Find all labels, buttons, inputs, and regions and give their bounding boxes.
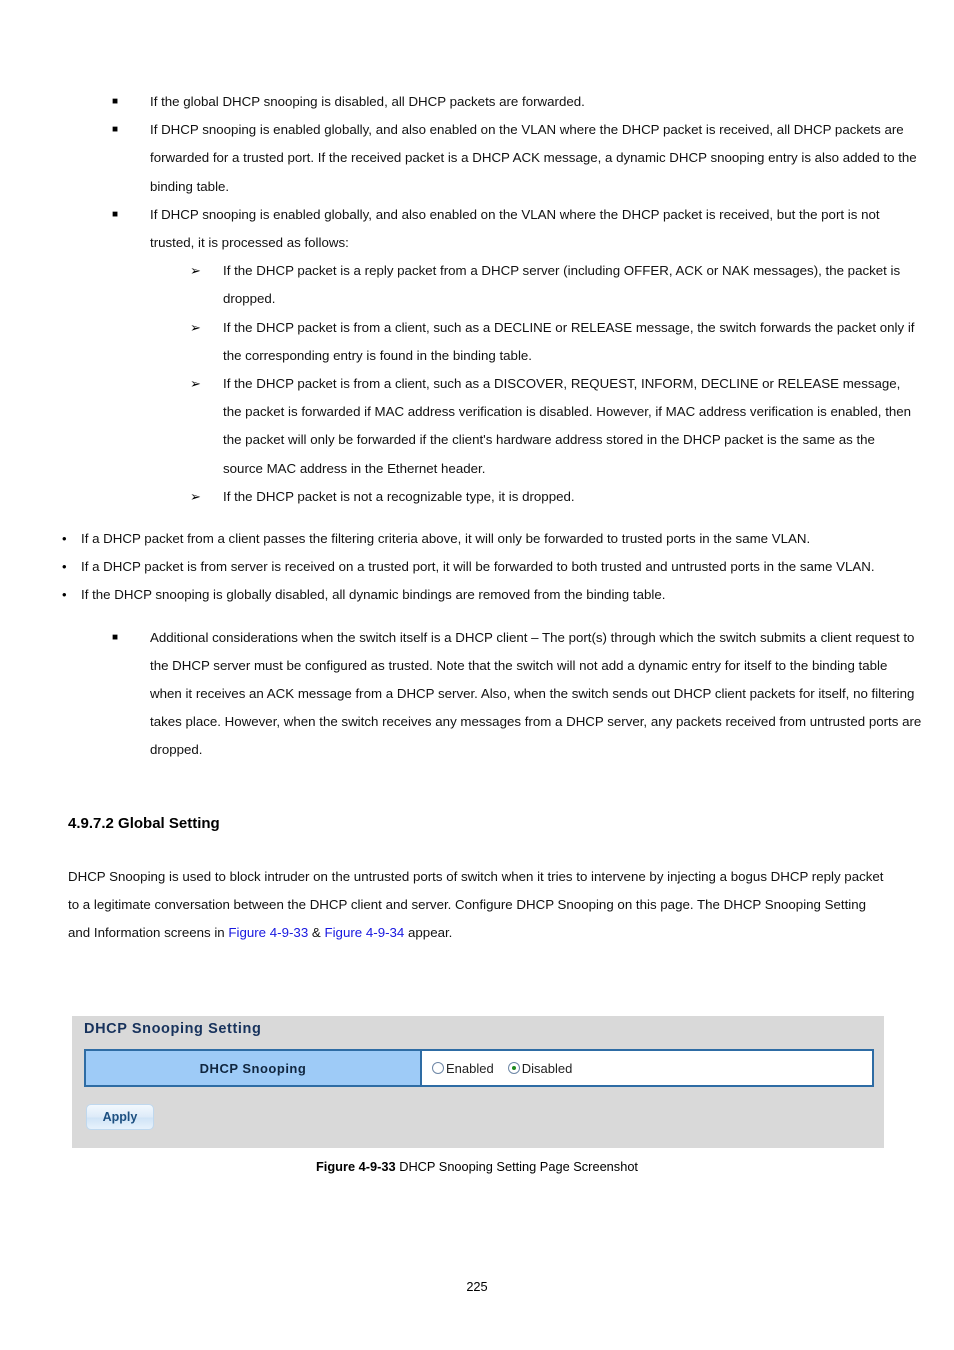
- list-item-text: If the DHCP packet is from a client, suc…: [223, 319, 915, 363]
- square-bullet-icon: ■: [112, 96, 119, 107]
- list-item-text: If the global DHCP snooping is disabled,…: [150, 94, 585, 109]
- square-bullet-icon: ■: [112, 124, 119, 136]
- apply-button-label: Apply: [102, 1110, 138, 1124]
- dhcp-snooping-config-table: DHCP Snooping Enabled Disabled: [84, 1049, 874, 1087]
- paragraph-text-before-links: DHCP Snooping is used to block intruder …: [68, 868, 884, 941]
- apply-button[interactable]: Apply: [86, 1104, 154, 1130]
- list-item-text: If the DHCP snooping is globally disable…: [81, 587, 666, 603]
- list-item-text: If the DHCP packet is from a client, suc…: [223, 376, 912, 476]
- dhcp-snooping-row-label-cell: DHCP Snooping: [86, 1051, 422, 1085]
- list-item-text: Additional considerations when the switc…: [150, 629, 922, 758]
- document-page: ■ If the global DHCP snooping is disable…: [0, 0, 954, 1350]
- dhcp-snooping-row-label: DHCP Snooping: [199, 1060, 307, 1076]
- document-body: ■ If the global DHCP snooping is disable…: [0, 88, 954, 947]
- arrow-bullet-icon: ➢: [190, 376, 201, 392]
- square-bullet-icon: ■: [112, 208, 119, 220]
- section-heading: 4.9.7.2 Global Setting: [68, 814, 220, 832]
- radio-option-enabled[interactable]: Enabled: [432, 1061, 494, 1076]
- square-bullet-icon: ■: [112, 631, 119, 643]
- dhcp-snooping-row-value-cell: Enabled Disabled: [422, 1051, 872, 1085]
- list-item: ➢ If the DHCP packet is a reply packet f…: [190, 257, 917, 313]
- arrow-bullet-icon: ➢: [190, 319, 201, 335]
- figure-link-4-9-33[interactable]: Figure 4-9-33: [228, 925, 308, 940]
- figure-link-4-9-34[interactable]: Figure 4-9-34: [324, 925, 404, 940]
- dot-bullet-icon: •: [62, 531, 67, 547]
- panel-title: DHCP Snooping Setting: [84, 1021, 262, 1037]
- list-item-text: If DHCP snooping is enabled globally, an…: [150, 122, 917, 194]
- page-number: 225: [466, 1279, 488, 1294]
- list-item: ➢ If the DHCP packet is from a client, s…: [190, 314, 917, 370]
- radio-enabled-icon[interactable]: [432, 1062, 444, 1074]
- list-item: ➢ If the DHCP packet is not a recognizab…: [190, 483, 917, 511]
- list-item-text: If a DHCP packet is from server is recei…: [81, 559, 875, 575]
- figure-caption-text: DHCP Snooping Setting Page Screenshot: [395, 1159, 638, 1174]
- list-item-text: If the DHCP packet is a reply packet fro…: [223, 263, 901, 307]
- list-item: ➢ If the DHCP packet is from a client, s…: [190, 370, 917, 483]
- list-item: ■ If DHCP snooping is enabled globally, …: [112, 116, 922, 201]
- radio-disabled-label: Disabled: [521, 1060, 573, 1076]
- dot-bullet-icon: •: [62, 587, 67, 603]
- list-item-text: If the DHCP packet is not a recognizable…: [223, 488, 575, 504]
- dhcp-snooping-setting-panel: DHCP Snooping Setting DHCP Snooping Enab…: [72, 1016, 884, 1148]
- list-item: ■ If DHCP snooping is enabled globally, …: [112, 201, 922, 257]
- radio-option-disabled[interactable]: Disabled: [507, 1060, 573, 1076]
- arrow-bullet-icon: ➢: [190, 263, 201, 279]
- list-item: ■ If the global DHCP snooping is disable…: [112, 88, 922, 116]
- section-paragraph: DHCP Snooping is used to block intruder …: [68, 863, 888, 948]
- paragraph-text-after-links: appear.: [404, 925, 453, 941]
- link-separator: &: [308, 925, 325, 941]
- list-item: • If a DHCP packet from a client passes …: [62, 525, 911, 553]
- list-item: • If a DHCP packet is from server is rec…: [62, 553, 911, 581]
- radio-disabled-icon[interactable]: [507, 1062, 520, 1074]
- figure-caption: Figure 4-9-33 DHCP Snooping Setting Page…: [0, 1159, 954, 1174]
- radio-enabled-label: Enabled: [446, 1060, 494, 1076]
- list-item: ■ Additional considerations when the swi…: [112, 624, 922, 765]
- list-item-text: If a DHCP packet from a client passes th…: [81, 531, 811, 547]
- list-item: • If the DHCP snooping is globally disab…: [62, 581, 911, 609]
- dot-bullet-icon: •: [62, 559, 67, 575]
- list-item-text: If DHCP snooping is enabled globally, an…: [150, 206, 880, 251]
- figure-caption-label: Figure 4-9-33: [315, 1159, 396, 1174]
- arrow-bullet-icon: ➢: [190, 488, 201, 504]
